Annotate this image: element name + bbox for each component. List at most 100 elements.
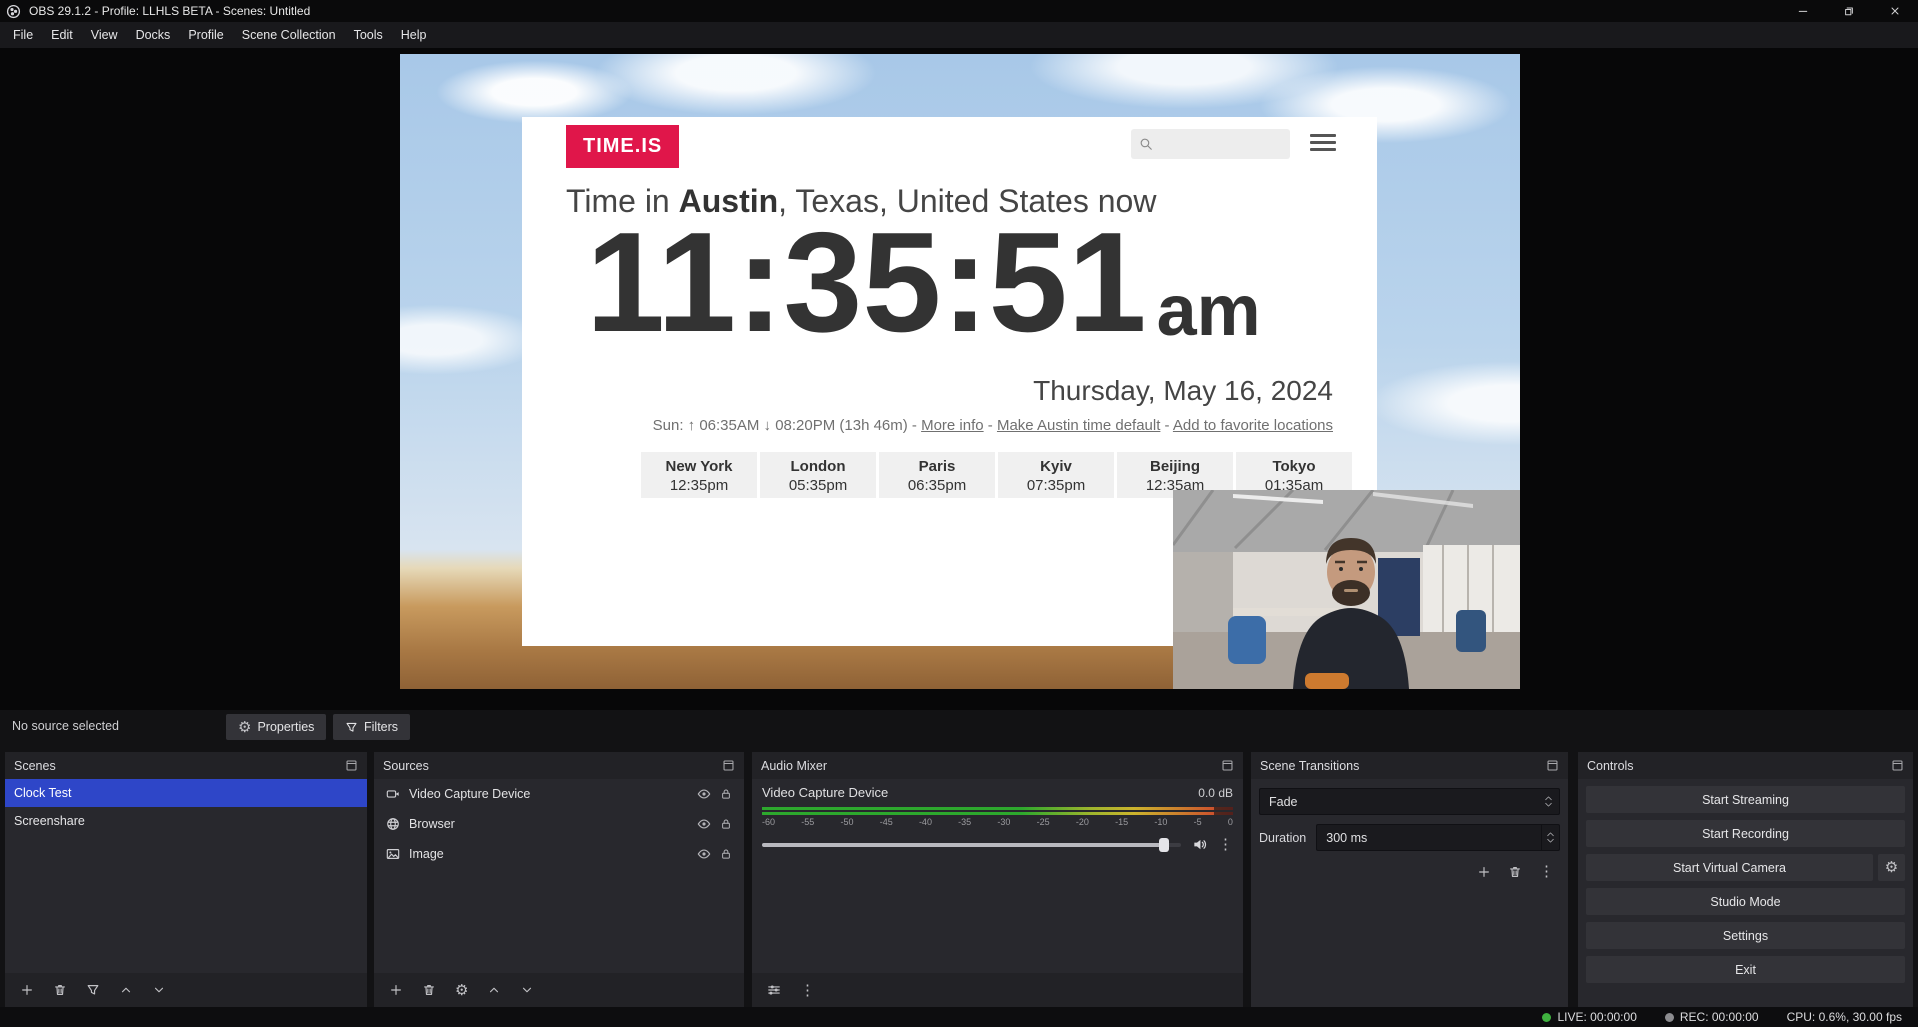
city-card: Kyiv07:35pm [998, 452, 1114, 498]
duration-label: Duration [1259, 831, 1306, 845]
advanced-audio-sliders-icon[interactable] [767, 983, 781, 997]
gear-icon: ⚙ [1885, 860, 1898, 875]
dock-popout-icon[interactable] [1546, 759, 1559, 772]
visibility-eye-icon[interactable] [697, 817, 711, 831]
audio-level-db: 0.0 dB [1198, 786, 1233, 800]
timeis-logo: TIME.IS [566, 125, 679, 168]
audio-mixer-header[interactable]: Audio Mixer [752, 752, 1243, 779]
spin-up-icon[interactable] [1546, 831, 1555, 837]
dock-popout-icon[interactable] [722, 759, 735, 772]
audio-mixer-body: Video Capture Device 0.0 dB -60-55-50-45… [752, 779, 1243, 973]
start-streaming-button[interactable]: Start Streaming [1586, 786, 1905, 813]
menu-item-scene-collection[interactable]: Scene Collection [233, 22, 345, 48]
rec-timer: REC: 00:00:00 [1680, 1010, 1759, 1024]
volume-meter: -60-55-50-45-40-35-30-25-20-15-10-50 [762, 807, 1233, 827]
menu-item-profile[interactable]: Profile [179, 22, 232, 48]
exit-button[interactable]: Exit [1586, 956, 1905, 983]
menu-item-file[interactable]: File [4, 22, 42, 48]
city-card: London05:35pm [760, 452, 876, 498]
controls-title: Controls [1587, 759, 1634, 773]
start-recording-button[interactable]: Start Recording [1586, 820, 1905, 847]
move-source-down-icon[interactable] [520, 983, 534, 997]
studio-mode-button[interactable]: Studio Mode [1586, 888, 1905, 915]
meter-scale: -60-55-50-45-40-35-30-25-20-15-10-50 [762, 817, 1233, 827]
source-label: Video Capture Device [409, 787, 530, 801]
scene-item-screenshare[interactable]: Screenshare [5, 807, 367, 835]
spin-down-icon[interactable] [1546, 838, 1555, 844]
preview-canvas[interactable]: TIME.IS Time in Austin, Texas, United St… [400, 54, 1520, 689]
city-name: Tokyo [1236, 458, 1352, 475]
start-virtual-camera-button[interactable]: Start Virtual Camera [1586, 854, 1873, 881]
preview-area: TIME.IS Time in Austin, Texas, United St… [0, 48, 1918, 710]
volume-slider[interactable] [762, 843, 1181, 847]
add-source-icon[interactable] [389, 983, 403, 997]
visibility-eye-icon[interactable] [697, 847, 711, 861]
lock-icon[interactable] [720, 848, 732, 860]
properties-button[interactable]: ⚙ Properties [226, 714, 326, 740]
move-source-up-icon[interactable] [487, 983, 501, 997]
controls-header[interactable]: Controls [1578, 752, 1913, 779]
filter-icon [345, 721, 358, 734]
live-indicator-icon [1542, 1013, 1551, 1022]
visibility-eye-icon[interactable] [697, 787, 711, 801]
duration-value: 300 ms [1326, 831, 1367, 845]
sun-info: Sun: ↑ 06:35AM ↓ 08:20PM (13h 46m) - [653, 417, 921, 434]
source-row-video-capture[interactable]: Video Capture Device [374, 779, 744, 809]
timeis-search-input [1131, 129, 1290, 159]
add-transition-icon[interactable] [1477, 865, 1491, 879]
volume-slider-handle[interactable] [1159, 838, 1169, 852]
settings-button[interactable]: Settings [1586, 922, 1905, 949]
close-icon [1889, 5, 1901, 17]
duration-spinbox[interactable]: 300 ms [1316, 824, 1560, 851]
image-icon [386, 847, 400, 861]
close-button[interactable] [1872, 0, 1918, 22]
remove-scene-icon[interactable] [53, 983, 67, 997]
dock-popout-icon[interactable] [1221, 759, 1234, 772]
menu-item-tools[interactable]: Tools [345, 22, 392, 48]
window-title: OBS 29.1.2 - Profile: LLHLS BETA - Scene… [29, 4, 310, 18]
city-name: Beijing [1117, 458, 1233, 475]
remove-transition-icon[interactable] [1508, 865, 1522, 879]
scene-transitions-header[interactable]: Scene Transitions [1251, 752, 1568, 779]
menu-item-help[interactable]: Help [392, 22, 436, 48]
add-scene-icon[interactable] [20, 983, 34, 997]
menu-item-edit[interactable]: Edit [42, 22, 82, 48]
minimize-button[interactable] [1780, 0, 1826, 22]
city-card: New York12:35pm [641, 452, 757, 498]
webcam-video [1173, 490, 1520, 689]
dock-popout-icon[interactable] [345, 759, 358, 772]
menu-item-view[interactable]: View [82, 22, 127, 48]
virtual-camera-config-button[interactable]: ⚙ [1878, 854, 1905, 881]
sources-dock: Sources Video Capture Device Browser Ima… [374, 752, 744, 1007]
lock-icon[interactable] [720, 818, 732, 830]
source-row-browser[interactable]: Browser [374, 809, 744, 839]
mixer-options-dots-icon[interactable]: ⋮ [1218, 837, 1233, 852]
menu-item-docks[interactable]: Docks [127, 22, 180, 48]
sources-dock-header[interactable]: Sources [374, 752, 744, 779]
scene-item-clock-test[interactable]: Clock Test [5, 779, 367, 807]
source-row-image[interactable]: Image [374, 839, 744, 869]
source-properties-gear-icon[interactable]: ⚙ [455, 983, 468, 998]
dock-popout-icon[interactable] [1891, 759, 1904, 772]
chevron-down-icon [1544, 802, 1553, 808]
live-status: LIVE: 00:00:00 [1542, 1010, 1636, 1024]
filters-button[interactable]: Filters [333, 714, 410, 740]
obs-logo-icon [6, 4, 21, 19]
scene-filters-icon[interactable] [86, 983, 100, 997]
scenes-dock-header[interactable]: Scenes [5, 752, 367, 779]
properties-label: Properties [257, 720, 314, 734]
remove-source-icon[interactable] [422, 983, 436, 997]
lock-icon[interactable] [720, 788, 732, 800]
timeis-clock: 11:35:51 am [586, 217, 1261, 349]
scene-transitions-dock: Scene Transitions Fade Duration 300 ms [1251, 752, 1568, 1007]
speaker-icon[interactable] [1192, 837, 1207, 852]
transition-select[interactable]: Fade [1259, 788, 1560, 815]
gear-icon: ⚙ [238, 720, 251, 735]
move-scene-up-icon[interactable] [119, 983, 133, 997]
timeis-sun-line: Sun: ↑ 06:35AM ↓ 08:20PM (13h 46m) - Mor… [522, 417, 1333, 434]
menubar: File Edit View Docks Profile Scene Colle… [0, 22, 1918, 48]
move-scene-down-icon[interactable] [152, 983, 166, 997]
transition-menu-dots-icon[interactable]: ⋮ [1539, 864, 1554, 879]
restore-button[interactable] [1826, 0, 1872, 22]
audio-menu-dots-icon[interactable]: ⋮ [800, 983, 815, 998]
